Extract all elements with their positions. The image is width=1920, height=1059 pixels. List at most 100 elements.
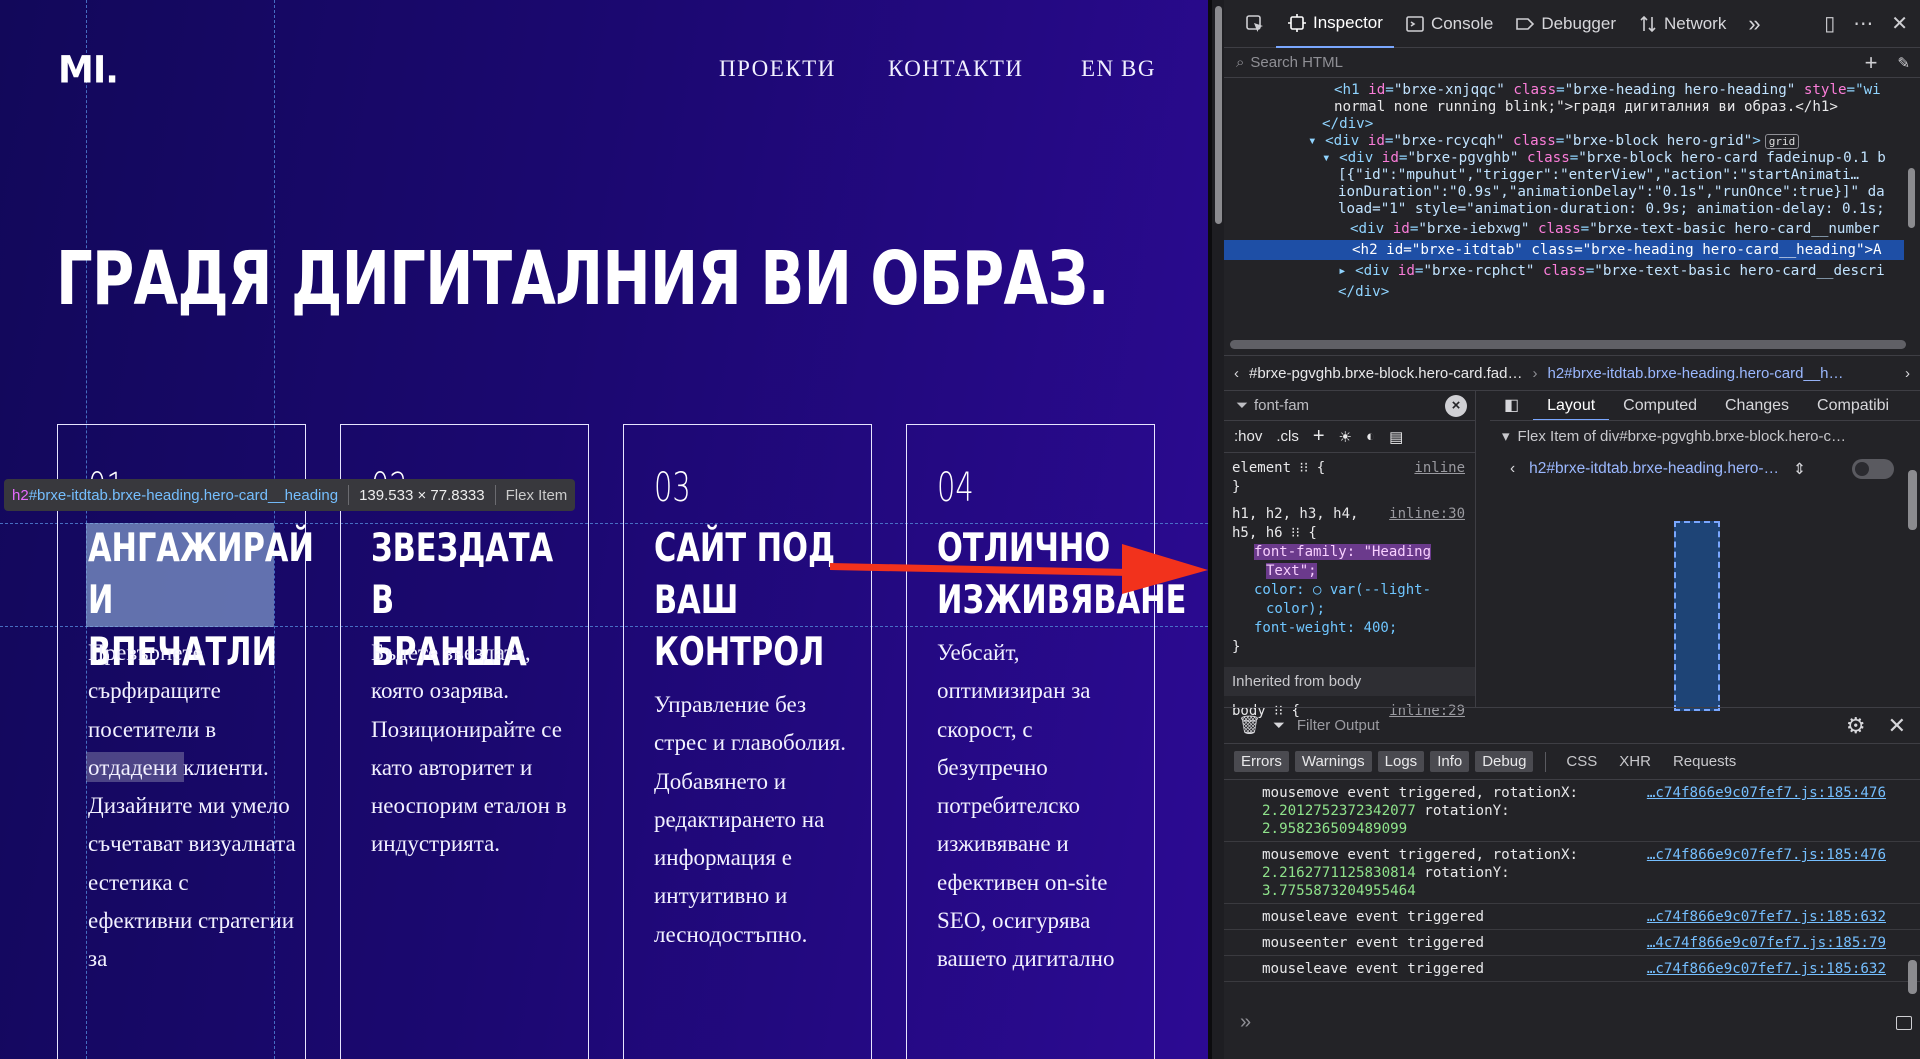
rules-pane: ⏷ font-fam × :hov .cls + ☀ ◐ ▤ inline ele… (1224, 391, 1476, 719)
card-description: Превърнете сърфиращите посетители в отда… (88, 640, 296, 972)
rules-filter-bar[interactable]: ⏷ font-fam × (1224, 391, 1475, 421)
hov-toggle[interactable]: :hov (1234, 428, 1262, 445)
rules-filter-input[interactable]: font-fam (1254, 397, 1309, 414)
light-mode-icon[interactable]: ☀ (1339, 428, 1352, 446)
tab-network[interactable]: Network (1627, 0, 1737, 48)
console-filter-input[interactable]: Filter Output (1297, 717, 1380, 734)
add-node-icon[interactable]: + (1865, 50, 1878, 76)
console-filter-bar: 🗑 ⏷ Filter Output ⚙ ✕ (1224, 708, 1920, 744)
markup-node-text[interactable]: load="1" style="animation-duration: 0.9s… (1338, 199, 1885, 219)
font-weight-declaration[interactable]: font-weight: 400; (1232, 619, 1475, 638)
site-logo[interactable]: MI. (58, 49, 119, 92)
lang-bg[interactable]: BG (1121, 56, 1156, 82)
nav-link-contacts[interactable]: КОНТАКТИ (888, 56, 1024, 82)
more-tabs-icon[interactable]: » (1737, 0, 1771, 48)
message-number: 2.958236509489099 (1262, 821, 1408, 837)
hero-card-2: 02 ЗВЕЗДАТА В БРАНША Бъдете звездата, ко… (340, 424, 589, 1059)
tab-inspector[interactable]: Inspector (1276, 0, 1394, 48)
level-info[interactable]: Info (1430, 751, 1470, 772)
split-console-icon[interactable] (1896, 1016, 1912, 1030)
console-message: …c74f866e9c07fef7.js:185:632 mouseleave … (1224, 904, 1920, 930)
html-search-bar[interactable]: ⌕ Search HTML + ✎ (1224, 48, 1920, 78)
color-declaration[interactable]: color: ○ var(--light- (1232, 581, 1475, 600)
message-source-link[interactable]: …c74f866e9c07fef7.js:185:476 (1647, 784, 1886, 802)
trash-icon[interactable]: 🗑 (1238, 715, 1261, 736)
breadcrumb-item-current[interactable]: h2#brxe-itdtab.brxe-heading.hero-card__h… (1547, 365, 1843, 382)
more-options-icon[interactable]: ⋯ (1853, 11, 1873, 36)
red-arrow-annotation (830, 544, 1208, 594)
level-logs[interactable]: Logs (1377, 751, 1425, 772)
nav-link-projects[interactable]: ПРОЕКТИ (719, 56, 836, 82)
responsive-mode-icon[interactable]: ▯ (1824, 11, 1835, 36)
tab-debugger[interactable]: Debugger (1504, 0, 1627, 48)
layout-scrollbar[interactable] (1908, 470, 1917, 530)
rule-source[interactable]: inline (1414, 459, 1465, 478)
breadcrumb-back-icon[interactable]: ‹ (1234, 365, 1239, 382)
type-css[interactable]: CSS (1558, 751, 1605, 772)
message-source-link[interactable]: …c74f866e9c07fef7.js:185:632 (1647, 908, 1886, 926)
dark-mode-icon[interactable]: ◐ (1366, 428, 1375, 445)
grid-badge[interactable]: grid (1764, 134, 1800, 149)
markup-node[interactable]: <div id="brxe-iebxwg" class="brxe-text-b… (1350, 219, 1880, 239)
level-warnings[interactable]: Warnings (1294, 751, 1372, 772)
node-breadcrumb: ‹ #brxe-pgvghb.brxe-block.hero-card.fad…… (1224, 355, 1920, 391)
breadcrumb-forward-icon[interactable]: › (1905, 365, 1910, 382)
message-source-link[interactable]: …c74f866e9c07fef7.js:185:632 (1647, 960, 1886, 978)
message-number: 2.2012752372342077 (1262, 803, 1416, 819)
rules-toolbar: :hov .cls + ☀ ◐ ▤ (1224, 421, 1475, 453)
message-source-link[interactable]: …c74f866e9c07fef7.js:185:476 (1647, 846, 1886, 864)
flex-item-header[interactable]: ▾ Flex Item of div#brxe-pgvghb.brxe-bloc… (1490, 421, 1920, 451)
console-scrollbar[interactable] (1908, 960, 1917, 994)
rule-selector: h1, h2, h3, h4, (1232, 506, 1359, 522)
cls-toggle[interactable]: .cls (1276, 428, 1299, 445)
close-devtools-icon[interactable]: ✕ (1891, 11, 1908, 36)
add-rule-icon[interactable]: + (1313, 425, 1325, 448)
panel-toggle-icon[interactable]: ◧ (1490, 391, 1533, 420)
markup-node-text[interactable]: normal none running blink;">градя дигита… (1334, 97, 1838, 117)
markup-node[interactable]: ▸ <div id="brxe-rcphct" class="brxe-text… (1338, 261, 1885, 281)
search-input[interactable]: Search HTML (1250, 54, 1343, 71)
message-source-link[interactable]: …4c74f866e9c07fef7.js:185:79 (1647, 934, 1886, 952)
scrollbar-thumb[interactable] (1908, 168, 1915, 228)
markup-horizontal-scrollbar[interactable] (1230, 340, 1906, 349)
element-picker-icon[interactable] (1234, 0, 1276, 48)
markup-node-close[interactable]: </div> (1338, 282, 1389, 302)
breadcrumb-item[interactable]: #brxe-pgvghb.brxe-block.hero-card.fad… (1249, 365, 1522, 382)
level-debug[interactable]: Debug (1475, 751, 1534, 772)
flex-item-visualization (1674, 521, 1720, 711)
tab-layout[interactable]: Layout (1533, 391, 1610, 420)
console-message: …c74f866e9c07fef7.js:185:632 mouseleave … (1224, 956, 1920, 982)
tab-computed[interactable]: Computed (1609, 391, 1711, 420)
type-xhr[interactable]: XHR (1611, 751, 1659, 772)
close-icon[interactable]: ✕ (1888, 713, 1906, 739)
scrollbar-thumb[interactable] (1215, 6, 1222, 224)
markup-scrollbar[interactable] (1905, 80, 1917, 330)
tab-compatibility[interactable]: Compatibi (1803, 391, 1903, 420)
search-icon: ⌕ (1236, 54, 1245, 71)
flex-item-select[interactable]: h2#brxe-itdtab.brxe-heading.hero-… (1529, 460, 1779, 478)
markup-node-selected[interactable]: <h2 id="brxe-itdtab" class="brxe-heading… (1224, 240, 1904, 260)
gear-icon[interactable]: ⚙ (1846, 713, 1866, 739)
collapse-icon[interactable]: ▾ (1502, 427, 1510, 445)
tab-console[interactable]: Console (1394, 0, 1504, 48)
eyedropper-icon[interactable]: ✎ (1897, 54, 1910, 72)
print-mode-icon[interactable]: ▤ (1389, 428, 1403, 446)
card-heading: САЙТ ПОД ВАШ КОНТРОЛ (654, 526, 836, 675)
highlight-toggle[interactable] (1852, 459, 1894, 479)
level-errors[interactable]: Errors (1234, 751, 1289, 772)
rule-source[interactable]: inline:30 (1389, 505, 1465, 524)
font-family-declaration[interactable]: font-family: "Heading (1254, 544, 1432, 560)
clear-filter-icon[interactable]: × (1445, 394, 1467, 417)
page-scrollbar[interactable] (1212, 0, 1224, 1059)
console-level-filters: Errors Warnings Logs Info Debug CSS XHR … (1224, 744, 1920, 780)
card-number: 04 (937, 465, 974, 511)
lang-en[interactable]: EN (1081, 56, 1115, 82)
font-family-value[interactable]: Text"; (1266, 563, 1317, 579)
back-icon[interactable]: ‹ (1510, 460, 1515, 478)
console-input-prompt[interactable]: » (1240, 1011, 1251, 1034)
tab-changes[interactable]: Changes (1711, 391, 1803, 420)
flex-item-selector[interactable]: ‹ h2#brxe-itdtab.brxe-heading.hero-… ⇕ (1490, 451, 1920, 487)
console-message: …c74f866e9c07fef7.js:185:476 mousemove e… (1224, 780, 1920, 842)
type-requests[interactable]: Requests (1665, 751, 1744, 772)
color-value[interactable]: color); (1232, 600, 1475, 619)
